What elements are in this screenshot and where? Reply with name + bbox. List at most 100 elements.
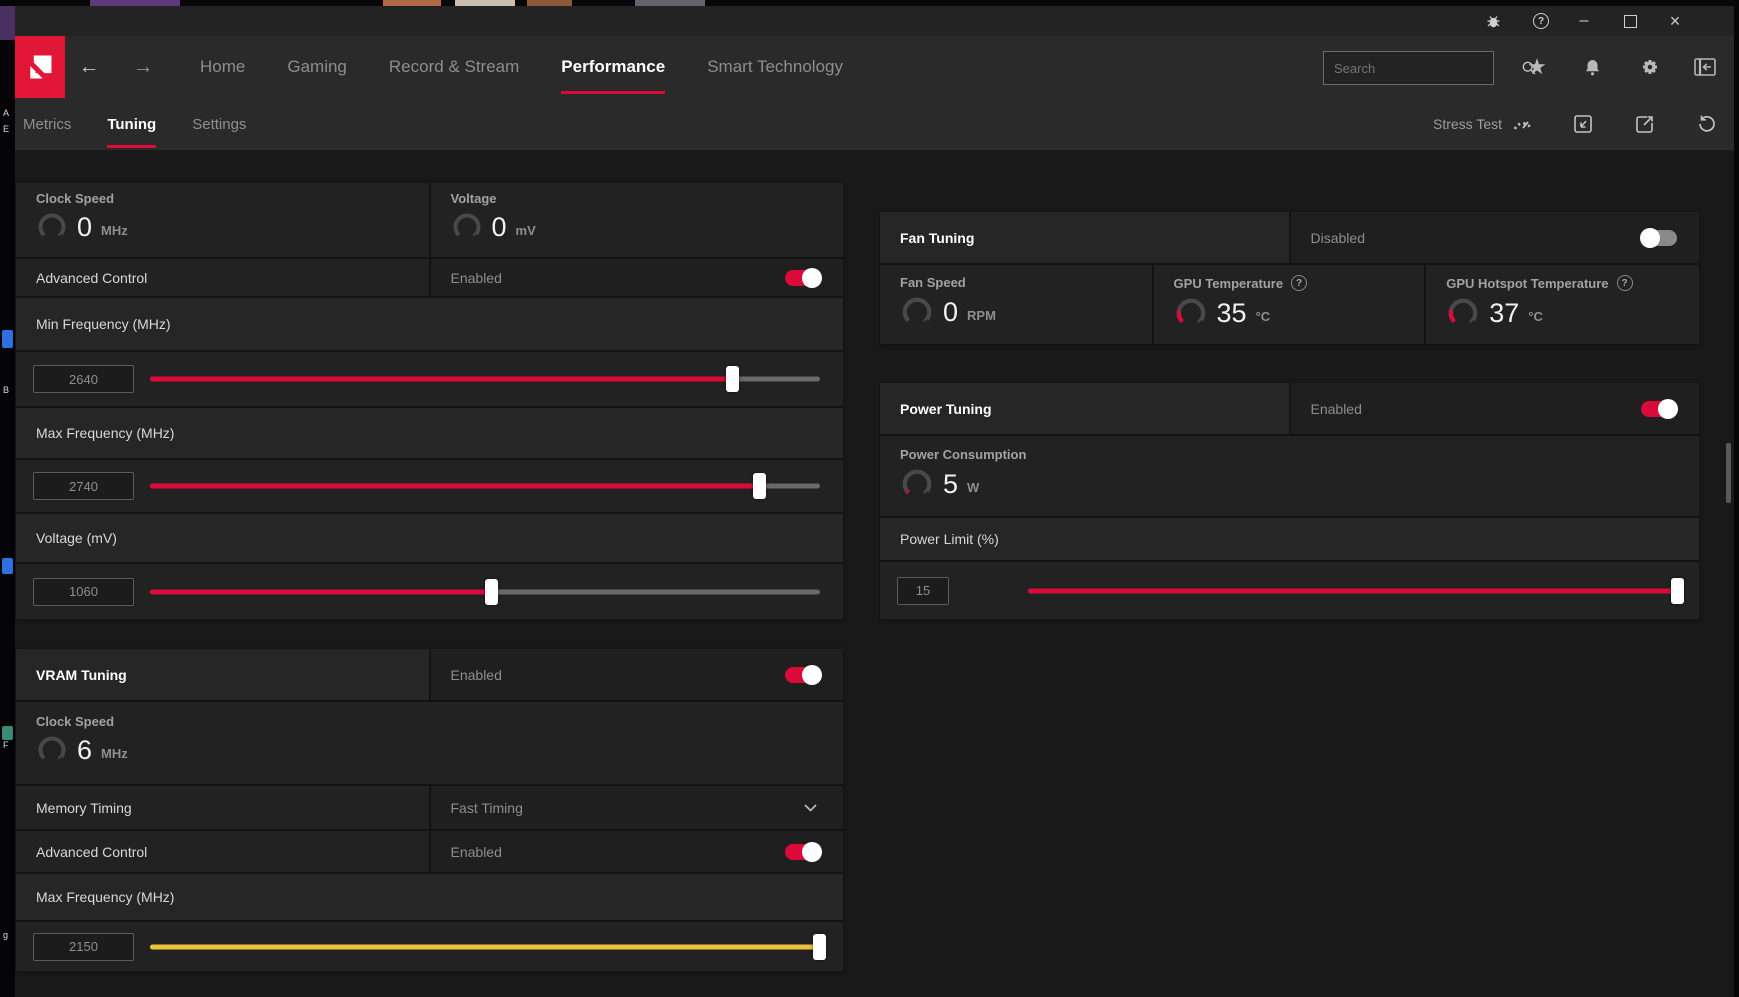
power-tuning-state: Enabled xyxy=(1311,401,1362,417)
power-limit-slider[interactable] xyxy=(1028,578,1678,604)
back-button[interactable]: ← xyxy=(71,36,107,98)
gpu-temperature-value: 35 xyxy=(1217,300,1247,327)
favorites-star-icon[interactable]: ★ xyxy=(1521,52,1553,82)
vram-clock-gauge-row: Clock Speed 6 MHz xyxy=(16,702,843,784)
gpu-hotspot-temperature-cell: GPU Hotspot Temperature? 37 °C xyxy=(1426,265,1699,344)
vram-max-frequency-slider[interactable] xyxy=(150,934,820,960)
amd-logo[interactable] xyxy=(15,36,65,98)
tuning-content: Clock Speed 0 MHz xyxy=(15,150,1734,997)
slider-fill xyxy=(150,589,492,594)
slider-fill xyxy=(150,377,733,382)
gpu-hotspot-temperature-gauge: 37 °C xyxy=(1446,296,1689,330)
vram-tuning-title: VRAM Tuning xyxy=(36,667,127,683)
power-tuning-toggle[interactable] xyxy=(1641,401,1677,417)
desktop-left-edge: A E B F g xyxy=(0,0,15,997)
vram-tuning-toggle[interactable] xyxy=(785,667,821,683)
maximize-button[interactable] xyxy=(1614,6,1646,36)
min-frequency-input[interactable] xyxy=(33,365,134,393)
memory-timing-label: Memory Timing xyxy=(36,800,132,816)
help-icon[interactable]: ? xyxy=(1291,275,1307,291)
help-icon[interactable]: ? xyxy=(1617,275,1633,291)
voltage-value: 0 xyxy=(492,214,507,241)
max-frequency-slider[interactable] xyxy=(150,473,820,499)
slider-knob[interactable] xyxy=(726,366,739,392)
gpu-hotspot-temperature-unit: °C xyxy=(1528,303,1543,324)
power-tuning-title: Power Tuning xyxy=(900,401,992,417)
desktop-icon-label: A xyxy=(3,108,9,118)
slider-knob[interactable] xyxy=(813,934,826,960)
power-tuning-card: Power Tuning Enabled Power Consumption xyxy=(880,383,1699,619)
advanced-control-toggle[interactable] xyxy=(785,270,821,286)
power-consumption-gauge: 5 W xyxy=(900,467,1689,501)
active-underline xyxy=(107,145,156,148)
vram-clock-label: Clock Speed xyxy=(36,714,833,729)
slider-knob[interactable] xyxy=(1671,578,1684,604)
settings-gear-icon[interactable] xyxy=(1634,52,1666,82)
clock-speed-label: Clock Speed xyxy=(36,191,419,206)
gpu-temperature-label: GPU Temperature? xyxy=(1174,275,1415,291)
reset-icon[interactable] xyxy=(1694,111,1720,137)
subnav-actions: Stress Test xyxy=(1433,98,1720,150)
clock-speed-gauge: 0 MHz xyxy=(36,211,419,243)
main-navbar: ← → Home Gaming Record & Stream Performa… xyxy=(15,36,1734,99)
share-profile-icon[interactable] xyxy=(1632,111,1658,137)
power-consumption-label: Power Consumption xyxy=(900,447,1689,462)
titlebar: ? – × xyxy=(15,6,1734,36)
vram-max-frequency-input[interactable] xyxy=(33,933,134,961)
nav-gaming[interactable]: Gaming xyxy=(287,36,347,98)
minimize-button[interactable]: – xyxy=(1568,6,1600,36)
memory-timing-dropdown[interactable]: Fast Timing xyxy=(431,786,844,829)
vram-tuning-state: Enabled xyxy=(451,667,502,683)
nav-smart-technology[interactable]: Smart Technology xyxy=(707,36,843,98)
min-frequency-label: Min Frequency (MHz) xyxy=(36,316,171,332)
desktop-fragment xyxy=(0,6,15,40)
scrollbar-thumb[interactable] xyxy=(1726,443,1731,503)
fan-speed-label: Fan Speed xyxy=(900,275,1142,290)
notifications-bell-icon[interactable] xyxy=(1576,52,1608,82)
nav-home[interactable]: Home xyxy=(200,36,245,98)
tab-settings[interactable]: Settings xyxy=(192,98,246,150)
collapse-panel-icon[interactable] xyxy=(1689,52,1721,82)
forward-button[interactable]: → xyxy=(125,36,161,98)
fan-speed-unit: RPM xyxy=(967,302,996,323)
main-menu: Home Gaming Record & Stream Performance … xyxy=(200,36,843,98)
stress-test-button[interactable]: Stress Test xyxy=(1433,115,1534,133)
search-box[interactable] xyxy=(1323,51,1494,85)
load-profile-icon[interactable] xyxy=(1570,111,1596,137)
power-consumption-unit: W xyxy=(967,474,979,495)
gpu-temperature-unit: °C xyxy=(1256,303,1271,324)
stress-test-gauge-icon xyxy=(1512,115,1534,133)
vram-clock-gauge: 6 MHz xyxy=(36,734,833,766)
clock-speed-unit: MHz xyxy=(101,217,128,238)
max-frequency-input[interactable] xyxy=(33,472,134,500)
tab-tuning[interactable]: Tuning xyxy=(107,98,156,150)
help-icon[interactable]: ? xyxy=(1525,6,1557,36)
slider-knob[interactable] xyxy=(485,579,498,605)
close-button[interactable]: × xyxy=(1659,6,1691,36)
voltage-gauge-cell: Voltage 0 mV xyxy=(431,183,844,257)
vram-clock-value: 6 xyxy=(77,737,92,764)
toggle-knob xyxy=(1658,399,1678,419)
voltage-slider[interactable] xyxy=(150,579,820,605)
vram-max-frequency-slider-row xyxy=(16,922,843,971)
desktop-icon-sliver xyxy=(2,558,13,574)
voltage-slider-row xyxy=(16,564,843,619)
clock-speed-value: 0 xyxy=(77,214,92,241)
chevron-down-icon xyxy=(804,804,817,812)
active-underline xyxy=(561,91,665,94)
min-frequency-slider[interactable] xyxy=(150,366,820,392)
gpu-temperature-cell: GPU Temperature? 35 °C xyxy=(1154,265,1425,344)
nav-performance[interactable]: Performance xyxy=(561,36,665,98)
gpu-temperature-gauge: 35 °C xyxy=(1174,296,1415,330)
tab-metrics[interactable]: Metrics xyxy=(23,98,71,150)
toggle-knob xyxy=(802,268,822,288)
search-input[interactable] xyxy=(1324,60,1512,77)
slider-knob[interactable] xyxy=(753,473,766,499)
bug-report-icon[interactable] xyxy=(1477,6,1509,36)
vram-advanced-control-toggle[interactable] xyxy=(785,844,821,860)
voltage-input[interactable] xyxy=(33,578,134,606)
fan-speed-value: 0 xyxy=(943,299,958,326)
fan-tuning-toggle[interactable] xyxy=(1641,230,1677,246)
power-limit-input[interactable] xyxy=(897,577,949,605)
nav-record-stream[interactable]: Record & Stream xyxy=(389,36,519,98)
